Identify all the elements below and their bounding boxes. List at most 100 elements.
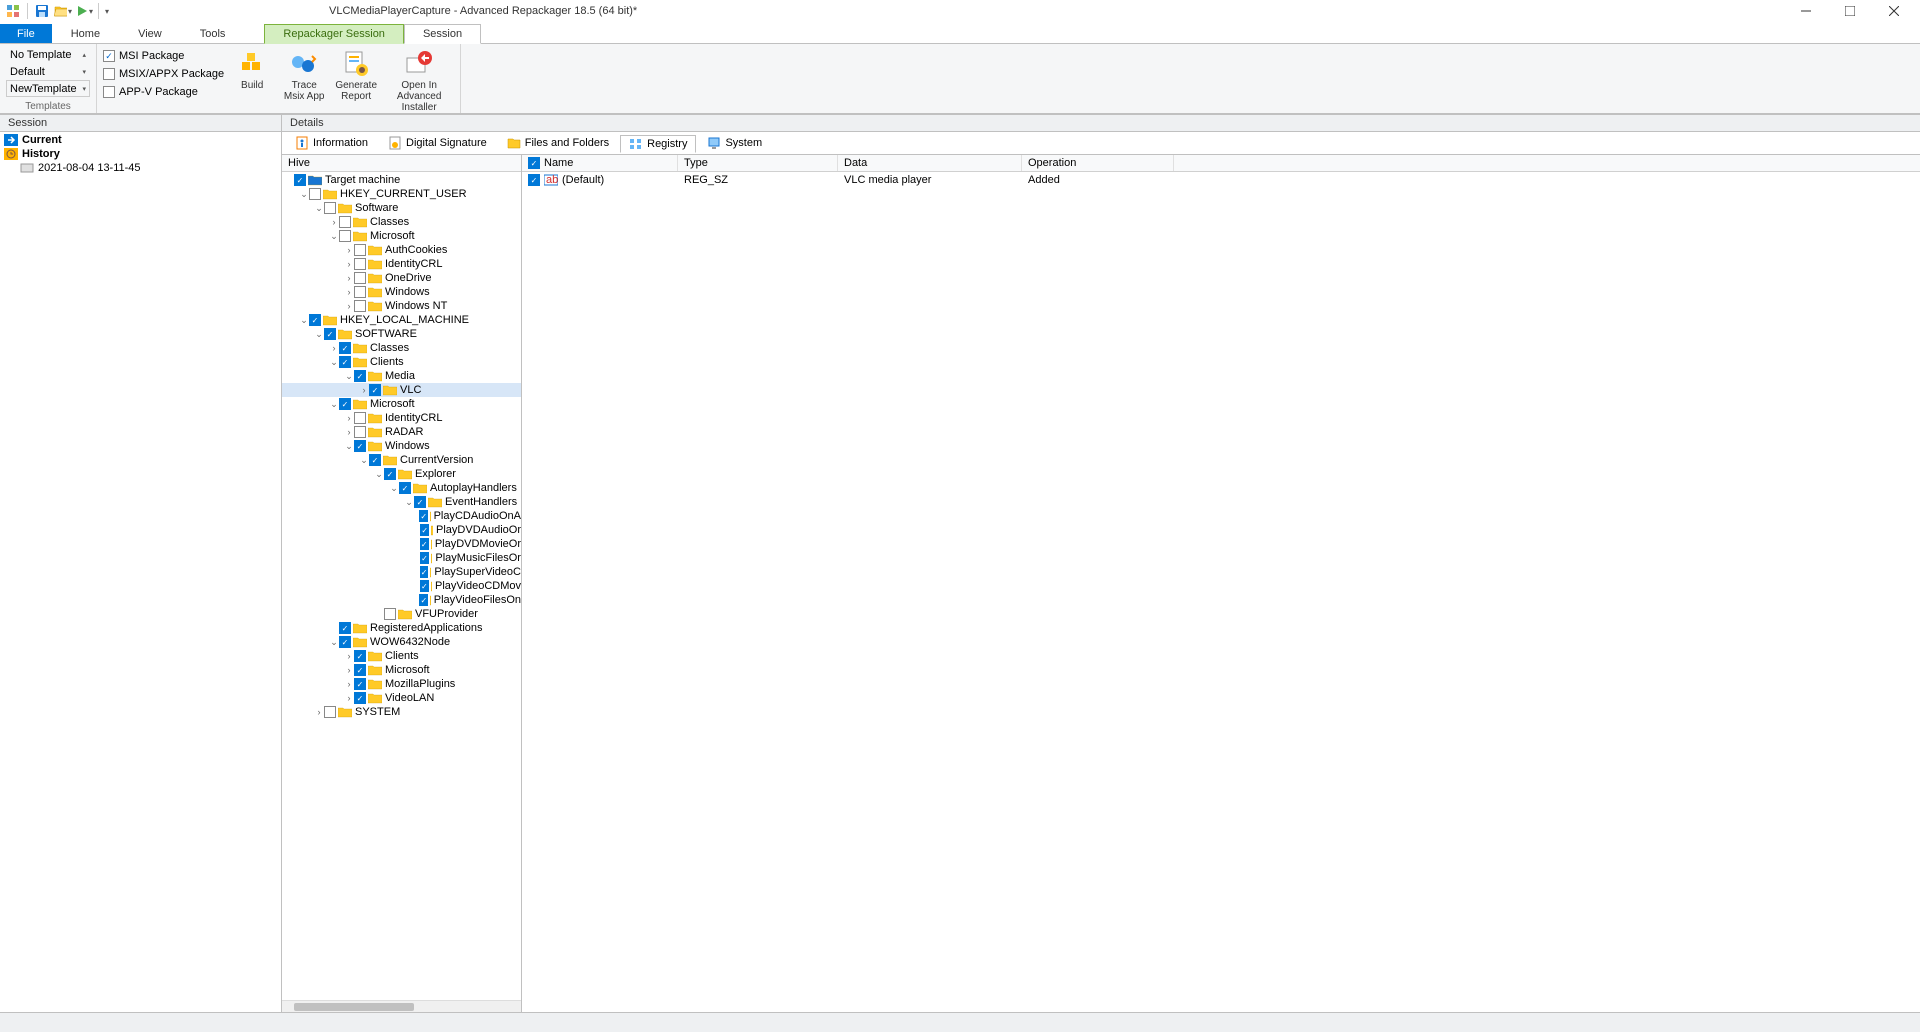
- value-row[interactable]: ab(Default)REG_SZVLC media playerAdded: [522, 172, 1920, 188]
- tab-session[interactable]: Session: [404, 24, 481, 44]
- expander-icon[interactable]: ⌄: [314, 329, 324, 340]
- session-history[interactable]: History: [0, 147, 281, 161]
- expander-icon[interactable]: ›: [344, 273, 354, 283]
- tree-checkbox[interactable]: [354, 300, 366, 312]
- tree-checkbox[interactable]: [354, 692, 366, 704]
- tree-node[interactable]: ›RADAR: [282, 425, 521, 439]
- template-gallery[interactable]: No Template▴ Default▾ NewTemplate▾: [6, 46, 90, 97]
- tree-node[interactable]: ⌄Clients: [282, 355, 521, 369]
- expander-icon[interactable]: ›: [344, 693, 354, 703]
- tree-checkbox[interactable]: [420, 524, 429, 536]
- tree-checkbox[interactable]: [324, 706, 336, 718]
- tree-checkbox[interactable]: [354, 370, 366, 382]
- expander-icon[interactable]: ›: [344, 413, 354, 423]
- tree-checkbox[interactable]: [339, 216, 351, 228]
- tree-checkbox[interactable]: [354, 664, 366, 676]
- tree-checkbox[interactable]: [420, 538, 429, 550]
- expander-icon[interactable]: ⌄: [299, 189, 309, 200]
- tree-checkbox[interactable]: [354, 272, 366, 284]
- tree-checkbox[interactable]: [384, 608, 396, 620]
- col-type[interactable]: Type: [678, 155, 838, 171]
- expander-icon[interactable]: ›: [344, 427, 354, 437]
- header-checkbox[interactable]: [528, 157, 540, 169]
- horizontal-scrollbar[interactable]: [282, 1000, 521, 1012]
- registry-tree[interactable]: Target machine⌄HKEY_CURRENT_USER⌄Softwar…: [282, 172, 521, 1000]
- open-installer-button[interactable]: Open In Advanced Installer: [384, 46, 454, 113]
- tree-checkbox[interactable]: [339, 636, 351, 648]
- expander-icon[interactable]: ⌄: [359, 455, 369, 466]
- tree-node[interactable]: ⌄Software: [282, 201, 521, 215]
- tab-registry[interactable]: Registry: [620, 135, 696, 153]
- expander-icon[interactable]: ⌄: [389, 483, 399, 494]
- tree-node[interactable]: ›Classes: [282, 215, 521, 229]
- tab-information[interactable]: Information: [286, 134, 377, 152]
- tree-node[interactable]: PlayMusicFilesOr: [282, 551, 521, 565]
- tree-checkbox[interactable]: [420, 580, 429, 592]
- tree-node[interactable]: ›SYSTEM: [282, 705, 521, 719]
- tab-files-folders[interactable]: Files and Folders: [498, 134, 618, 152]
- tree-node[interactable]: PlayCDAudioOnA: [282, 509, 521, 523]
- tree-node[interactable]: ›Windows NT: [282, 299, 521, 313]
- col-name[interactable]: Name: [522, 155, 678, 171]
- tree-checkbox[interactable]: [339, 342, 351, 354]
- msix-checkbox[interactable]: [103, 68, 115, 80]
- tree-checkbox[interactable]: [324, 328, 336, 340]
- tab-view[interactable]: View: [119, 24, 181, 43]
- close-button[interactable]: [1872, 0, 1916, 22]
- tree-checkbox[interactable]: [309, 188, 321, 200]
- tree-node[interactable]: ›AuthCookies: [282, 243, 521, 257]
- tree-checkbox[interactable]: [384, 468, 396, 480]
- expander-icon[interactable]: ›: [359, 385, 369, 395]
- expander-icon[interactable]: ›: [344, 301, 354, 311]
- tree-node[interactable]: ⌄Windows: [282, 439, 521, 453]
- expander-icon[interactable]: ⌄: [329, 231, 339, 242]
- expander-icon[interactable]: ›: [344, 665, 354, 675]
- tree-checkbox[interactable]: [369, 454, 381, 466]
- app-icon[interactable]: [4, 2, 22, 20]
- tree-node[interactable]: ⌄WOW6432Node: [282, 635, 521, 649]
- tree-checkbox[interactable]: [354, 650, 366, 662]
- tree-node[interactable]: Target machine: [282, 173, 521, 187]
- tree-node[interactable]: ⌄CurrentVersion: [282, 453, 521, 467]
- msi-checkbox-row[interactable]: MSI Package: [103, 48, 224, 64]
- expander-icon[interactable]: ⌄: [329, 357, 339, 368]
- expander-icon[interactable]: ⌄: [329, 637, 339, 648]
- tree-node[interactable]: PlaySuperVideoC: [282, 565, 521, 579]
- tree-node[interactable]: ⌄EventHandlers: [282, 495, 521, 509]
- hive-column-header[interactable]: Hive: [282, 155, 521, 172]
- tree-node[interactable]: PlayDVDMovieOr: [282, 537, 521, 551]
- expander-icon[interactable]: ⌄: [344, 371, 354, 382]
- expander-icon[interactable]: ›: [344, 679, 354, 689]
- tree-node[interactable]: ›Classes: [282, 341, 521, 355]
- tree-checkbox[interactable]: [294, 174, 306, 186]
- tree-checkbox[interactable]: [339, 398, 351, 410]
- tree-checkbox[interactable]: [369, 384, 381, 396]
- tree-checkbox[interactable]: [354, 678, 366, 690]
- tree-checkbox[interactable]: [354, 258, 366, 270]
- tree-node[interactable]: PlayVideoCDMov: [282, 579, 521, 593]
- expander-icon[interactable]: ›: [344, 287, 354, 297]
- tree-node[interactable]: ⌄Microsoft: [282, 397, 521, 411]
- trace-button[interactable]: Trace Msix App: [280, 46, 328, 102]
- tree-node[interactable]: PlayVideoFilesOn: [282, 593, 521, 607]
- col-data[interactable]: Data: [838, 155, 1022, 171]
- maximize-button[interactable]: [1828, 0, 1872, 22]
- tree-node[interactable]: ›Microsoft: [282, 663, 521, 677]
- tree-checkbox[interactable]: [339, 356, 351, 368]
- tree-checkbox[interactable]: [420, 552, 429, 564]
- tree-checkbox[interactable]: [414, 496, 426, 508]
- tab-file[interactable]: File: [0, 24, 52, 43]
- session-history-item[interactable]: 2021-08-04 13-11-45: [0, 161, 281, 175]
- tree-node[interactable]: ›VideoLAN: [282, 691, 521, 705]
- tree-node[interactable]: ⌄Media: [282, 369, 521, 383]
- tab-digital-signature[interactable]: Digital Signature: [379, 134, 496, 152]
- open-icon[interactable]: ▾: [54, 2, 72, 20]
- expander-icon[interactable]: ⌄: [374, 469, 384, 480]
- msi-checkbox[interactable]: [103, 50, 115, 62]
- tree-node[interactable]: ›Clients: [282, 649, 521, 663]
- expander-icon[interactable]: ⌄: [299, 315, 309, 326]
- tree-node[interactable]: ›VLC: [282, 383, 521, 397]
- qat-customize-icon[interactable]: ▾: [105, 7, 109, 16]
- generate-report-button[interactable]: Generate Report: [332, 46, 380, 102]
- tree-checkbox[interactable]: [354, 286, 366, 298]
